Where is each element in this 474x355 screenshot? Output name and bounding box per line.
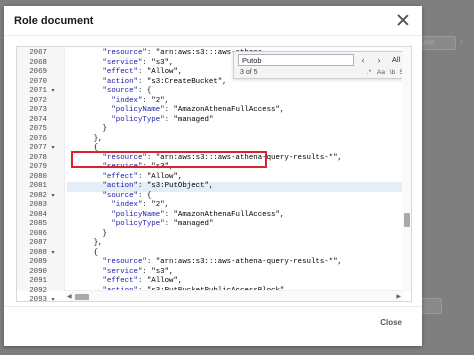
line-number: 2068 — [29, 58, 47, 67]
code-line: "policyName": "AmazonAthenaFullAccess", — [111, 210, 285, 219]
line-number: 2069 — [29, 68, 47, 76]
code-line: "policyType": "managed" — [111, 115, 214, 124]
code-line: } — [67, 229, 107, 238]
line-number: 2070 — [29, 77, 47, 86]
line-number: 2083 — [29, 201, 47, 209]
previous-match-button[interactable]: ‹ — [356, 54, 370, 66]
code-line: "source": { — [102, 191, 152, 200]
horizontal-scrollbar-thumb[interactable] — [75, 294, 89, 300]
fold-toggle-icon[interactable]: ▾ — [48, 192, 58, 202]
code-line: "resource": "arn:aws:s3:::aws-athena-que… — [102, 258, 342, 266]
line-number: 2091 — [29, 277, 47, 285]
code-line: "policyType": "managed" — [111, 220, 214, 228]
fold-toggle-icon[interactable]: ▾ — [48, 87, 58, 97]
line-number: 2093 — [29, 296, 47, 302]
fold-toggle-icon[interactable]: ▾ — [48, 249, 58, 259]
line-number: 2067 — [29, 49, 47, 57]
role-document-modal: Role document 2067 2068 2069 2070 2071 ▾ 2072 2… — [4, 6, 422, 346]
code-line: "service": "s3", — [102, 58, 174, 67]
line-number: 2080 — [29, 172, 47, 181]
code-line: "index": "2", — [111, 96, 170, 105]
fold-toggle-icon[interactable]: ▾ — [48, 296, 58, 301]
line-number: 2078 — [29, 153, 47, 162]
close-button[interactable]: Close — [380, 318, 402, 327]
scroll-right-icon[interactable]: ▶ — [396, 293, 401, 300]
close-icon[interactable] — [396, 13, 410, 27]
code-line: { — [67, 248, 99, 257]
line-number: 2074 — [29, 115, 47, 124]
code-line: }, — [67, 239, 103, 247]
vertical-scrollbar[interactable] — [402, 47, 411, 291]
code-line: }, — [67, 134, 103, 143]
fold-toggle-icon[interactable]: ▾ — [48, 144, 58, 154]
line-number: 2090 — [29, 267, 47, 276]
case-sensitive-toggle[interactable]: Aa — [375, 68, 387, 78]
line-number: 2073 — [29, 106, 47, 114]
code-line: "effect": "Allow", — [102, 172, 183, 181]
vertical-scrollbar-thumb[interactable] — [404, 213, 410, 227]
line-number: 2075 — [29, 125, 47, 133]
line-number: 2071 — [29, 87, 47, 95]
line-number-gutter: 2067 2068 2069 2070 2071 ▾ 2072 2073 2074 2075 207… — [17, 47, 65, 301]
line-number: 2089 — [29, 258, 47, 266]
regex-toggle[interactable]: .* — [364, 68, 374, 78]
horizontal-scrollbar[interactable]: ◀ ▶ — [65, 290, 403, 301]
modal-title: Role document — [14, 15, 94, 27]
code-line: "policyName": "AmazonAthenaFullAccess", — [111, 106, 285, 114]
line-number: 2092 — [29, 286, 47, 295]
modal-footer: Close — [4, 306, 422, 346]
line-number: 2087 — [29, 239, 47, 247]
code-editor[interactable]: 2067 2068 2069 2070 2071 ▾ 2072 2073 2074 2075 207… — [16, 46, 412, 302]
code-line: "source": { — [102, 87, 152, 95]
search-panel: ‹ › All 3 of 5 .* Aa \b S — [233, 51, 405, 79]
line-number: 2086 — [29, 229, 47, 238]
code-line: "effect": "Allow", — [102, 68, 183, 76]
scroll-left-icon[interactable]: ◀ — [67, 293, 72, 300]
code-line: } — [67, 125, 107, 133]
code-line: "effect": "Allow", — [102, 277, 183, 285]
highlight-annotation — [71, 151, 267, 168]
code-line: "index": "2", — [111, 201, 170, 209]
line-number: 2076 — [29, 134, 47, 143]
background-next-icon: › — [460, 36, 463, 46]
line-number: 2082 — [29, 191, 47, 200]
code-line: "action": "s3:CreateBucket", — [102, 77, 227, 86]
code-line: "action": "s3:PutObject", — [102, 182, 214, 190]
line-number: 2085 — [29, 220, 47, 228]
code-line: "service": "s3", — [102, 267, 174, 276]
line-number: 2072 — [29, 96, 47, 105]
line-number: 2084 — [29, 210, 47, 219]
match-counter: 3 of 5 — [240, 69, 258, 76]
line-number: 2079 — [29, 163, 47, 171]
line-number: 2077 — [29, 144, 47, 152]
line-number: 2088 — [29, 248, 47, 257]
whole-word-toggle[interactable]: \b — [388, 68, 397, 78]
search-input[interactable] — [238, 54, 354, 66]
modal-header: Role document — [4, 6, 422, 36]
line-number: 2081 — [29, 182, 47, 190]
next-match-button[interactable]: › — [372, 54, 386, 66]
code-content[interactable]: "resource": "arn:aws:s3:::aws-athena "se… — [67, 47, 403, 291]
